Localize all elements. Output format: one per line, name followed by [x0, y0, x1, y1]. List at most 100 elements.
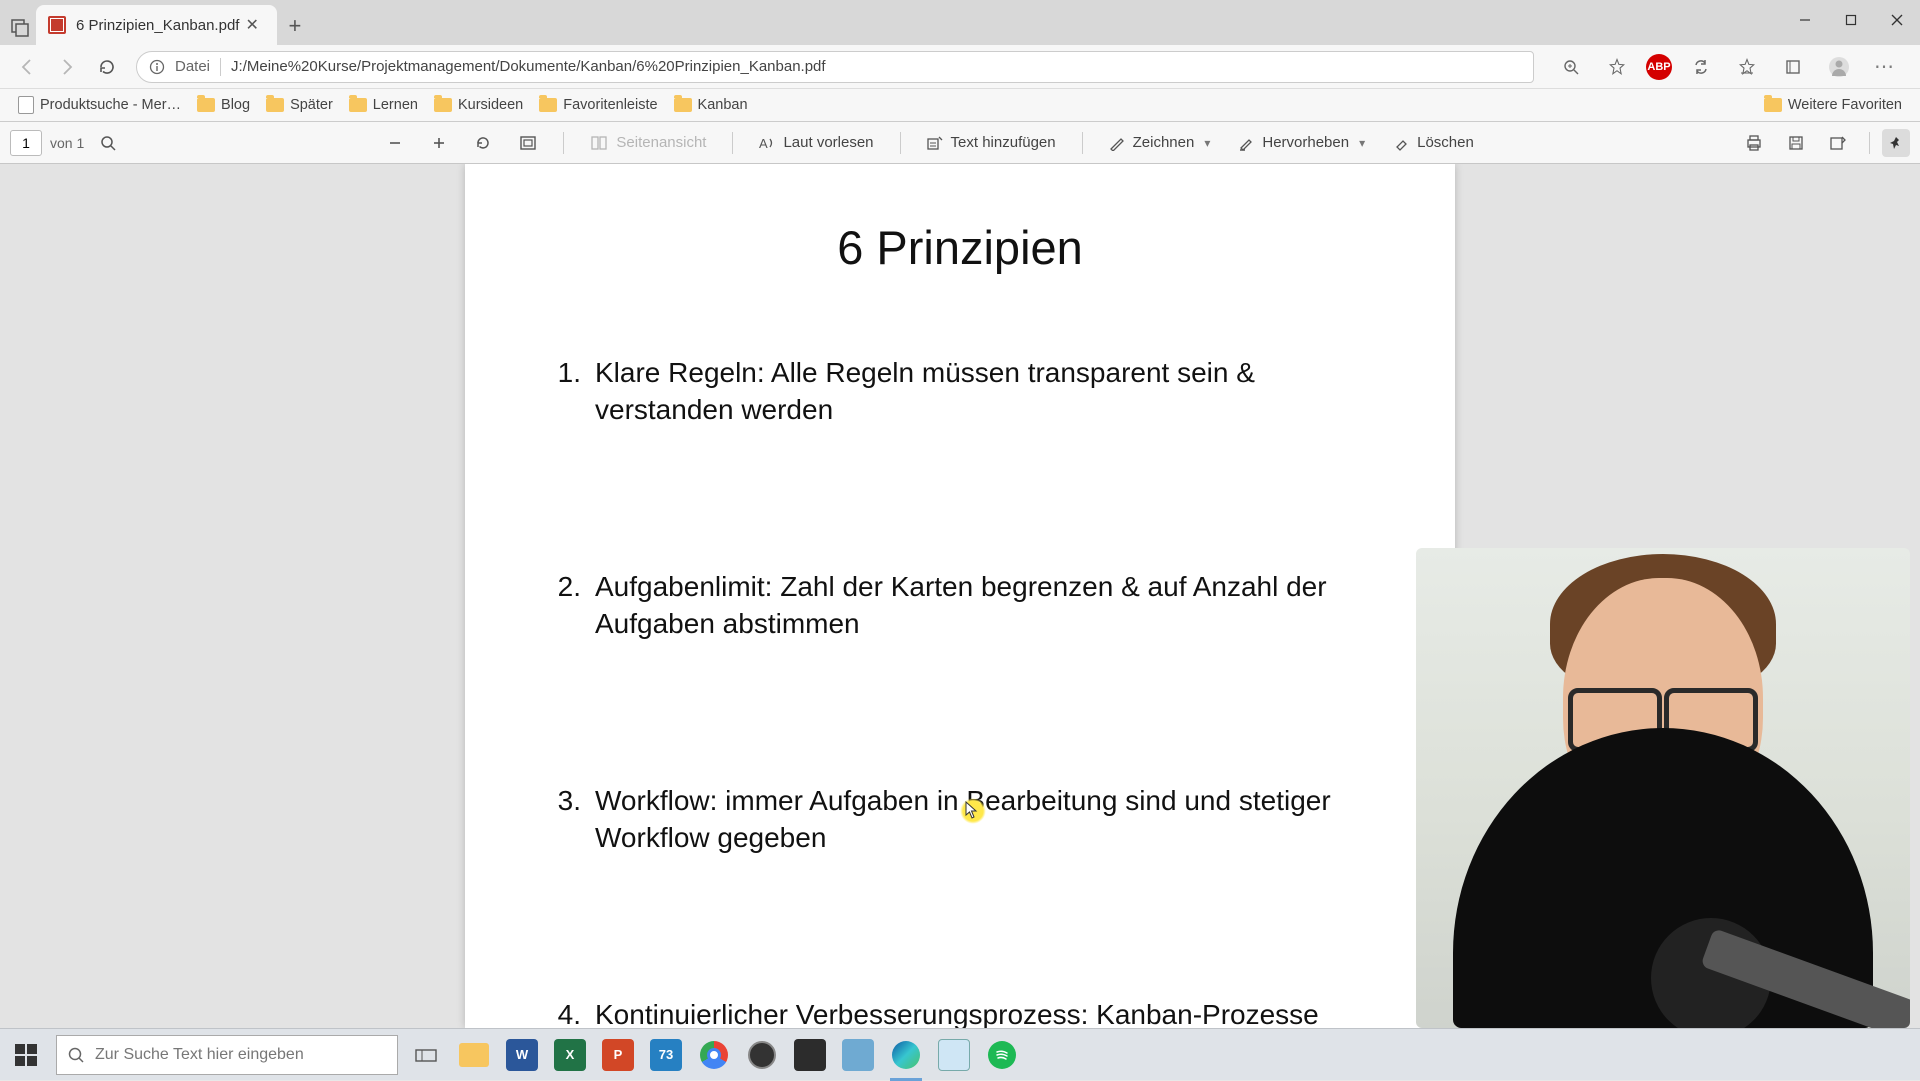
tab-title: 6 Prinzipien_Kanban.pdf — [76, 17, 239, 34]
item-text: Aufgabenlimit: Zahl der Karten begrenzen… — [595, 569, 1365, 643]
reload-button[interactable] — [90, 50, 124, 84]
excel-icon: X — [554, 1039, 586, 1071]
zoom-in-button[interactable] — [421, 129, 457, 157]
chrome-icon — [700, 1041, 728, 1069]
taskbar-app-app2[interactable] — [834, 1029, 882, 1081]
menu-button[interactable]: ⋯ — [1868, 50, 1902, 84]
bookmark-label: Blog — [221, 97, 250, 113]
item-number: 4. — [555, 997, 581, 1028]
search-icon — [67, 1046, 85, 1064]
bookmarks-overflow-label: Weitere Favoriten — [1788, 97, 1902, 113]
task-view-button[interactable] — [402, 1029, 450, 1081]
app1-icon — [794, 1039, 826, 1071]
item-text: Workflow: immer Aufgaben in Bearbeitung … — [595, 783, 1365, 857]
taskbar-app-notepad[interactable] — [930, 1029, 978, 1081]
collections-icon[interactable] — [1776, 50, 1810, 84]
taskbar-app-app1[interactable] — [786, 1029, 834, 1081]
new-tab-button[interactable]: + — [277, 13, 313, 39]
tab-close-button[interactable]: ✕ — [239, 11, 264, 39]
bookmark-item[interactable]: Lernen — [341, 93, 426, 117]
bookmark-item[interactable]: Produktsuche - Mer… — [10, 92, 189, 118]
draw-button[interactable]: Zeichnen ▾ — [1099, 128, 1221, 157]
app2-icon — [842, 1039, 874, 1071]
address-bar[interactable]: Datei J:/Meine%20Kurse/Projektmanagement… — [136, 51, 1534, 83]
profile-icon[interactable] — [1822, 50, 1856, 84]
save-button[interactable] — [1777, 128, 1815, 158]
add-text-button[interactable]: Text hinzufügen — [917, 128, 1066, 157]
bookmark-label: Lernen — [373, 97, 418, 113]
highlight-button[interactable]: Hervorheben ▾ — [1228, 128, 1375, 157]
fit-button[interactable] — [509, 129, 547, 157]
eclipse-icon: 73 — [650, 1039, 682, 1071]
info-icon — [149, 59, 165, 75]
window-maximize-button[interactable] — [1828, 0, 1874, 40]
pdf-page: 6 Prinzipien 1.Klare Regeln: Alle Regeln… — [465, 164, 1455, 1028]
browser-toolbar: Datei J:/Meine%20Kurse/Projektmanagement… — [0, 45, 1920, 89]
find-button[interactable] — [90, 129, 126, 157]
taskbar-app-spotify[interactable] — [978, 1029, 1026, 1081]
url-protocol: Datei — [175, 58, 210, 75]
erase-button[interactable]: Löschen — [1383, 128, 1484, 157]
bookmark-item[interactable]: Blog — [189, 93, 258, 117]
tab-actions-icon[interactable] — [10, 18, 30, 38]
folder-icon — [349, 98, 367, 112]
taskbar-search[interactable]: Zur Suche Text hier eingeben — [56, 1035, 398, 1075]
folder-icon — [674, 98, 692, 112]
adblock-badge[interactable]: ABP — [1646, 54, 1672, 80]
bookmarks-overflow[interactable]: Weitere Favoriten — [1756, 93, 1910, 117]
list-item: 4.Kontinuierlicher Verbesserungsprozess:… — [555, 997, 1365, 1028]
pdf-file-icon — [48, 16, 66, 34]
favorites-icon[interactable] — [1730, 50, 1764, 84]
back-button[interactable] — [10, 50, 44, 84]
bookmark-item[interactable]: Kanban — [666, 93, 756, 117]
bookmark-item[interactable]: Favoritenleiste — [531, 93, 665, 117]
taskbar-app-word[interactable]: W — [498, 1029, 546, 1081]
explorer-icon — [459, 1043, 489, 1067]
page-total: von 1 — [50, 135, 84, 151]
taskbar-app-excel[interactable]: X — [546, 1029, 594, 1081]
read-aloud-button[interactable]: A Laut vorlesen — [749, 128, 883, 157]
save-as-button[interactable] — [1819, 128, 1857, 158]
bookmark-item[interactable]: Kursideen — [426, 93, 531, 117]
taskbar-app-chrome[interactable] — [690, 1029, 738, 1081]
forward-button[interactable] — [50, 50, 84, 84]
notepad-icon — [938, 1039, 970, 1071]
window-titlebar: 6 Prinzipien_Kanban.pdf ✕ + — [0, 0, 1920, 45]
bookmark-label: Produktsuche - Mer… — [40, 97, 181, 113]
zoom-out-button[interactable] — [377, 129, 413, 157]
print-button[interactable] — [1735, 128, 1773, 158]
word-icon: W — [506, 1039, 538, 1071]
window-close-button[interactable] — [1874, 0, 1920, 40]
chevron-down-icon: ▾ — [1204, 136, 1210, 150]
item-text: Klare Regeln: Alle Regeln müssen transpa… — [595, 355, 1365, 429]
taskbar-app-eclipse[interactable]: 73 — [642, 1029, 690, 1081]
spotify-icon — [988, 1041, 1016, 1069]
window-minimize-button[interactable] — [1782, 0, 1828, 40]
obs-icon — [748, 1041, 776, 1069]
pin-toolbar-button[interactable] — [1882, 129, 1910, 157]
list-item: 3.Workflow: immer Aufgaben in Bearbeitun… — [555, 783, 1365, 857]
bookmark-label: Favoritenleiste — [563, 97, 657, 113]
chevron-down-icon: ▾ — [1359, 136, 1365, 150]
edge-icon — [892, 1041, 920, 1069]
zoom-icon[interactable] — [1554, 50, 1588, 84]
document-title: 6 Prinzipien — [505, 220, 1415, 275]
sync-icon[interactable] — [1684, 50, 1718, 84]
taskbar-app-obs[interactable] — [738, 1029, 786, 1081]
pdf-viewport[interactable]: 6 Prinzipien 1.Klare Regeln: Alle Regeln… — [0, 164, 1920, 1028]
taskbar-app-explorer[interactable] — [450, 1029, 498, 1081]
item-number: 2. — [555, 569, 581, 643]
browser-tab[interactable]: 6 Prinzipien_Kanban.pdf ✕ — [36, 5, 277, 45]
folder-icon — [434, 98, 452, 112]
bookmark-label: Kanban — [698, 97, 748, 113]
favorites-add-icon[interactable] — [1600, 50, 1634, 84]
page-view-button[interactable]: Seitenansicht — [580, 128, 716, 157]
taskbar-app-powerpoint[interactable]: P — [594, 1029, 642, 1081]
rotate-button[interactable] — [465, 129, 501, 157]
start-button[interactable] — [0, 1029, 52, 1081]
bookmark-item[interactable]: Später — [258, 93, 341, 117]
taskbar-app-edge[interactable] — [882, 1029, 930, 1081]
page-number-input[interactable] — [10, 130, 42, 156]
url-path: J:/Meine%20Kurse/Projektmanagement/Dokum… — [231, 58, 826, 75]
windows-taskbar: Zur Suche Text hier eingeben WXP73 — [0, 1028, 1920, 1080]
